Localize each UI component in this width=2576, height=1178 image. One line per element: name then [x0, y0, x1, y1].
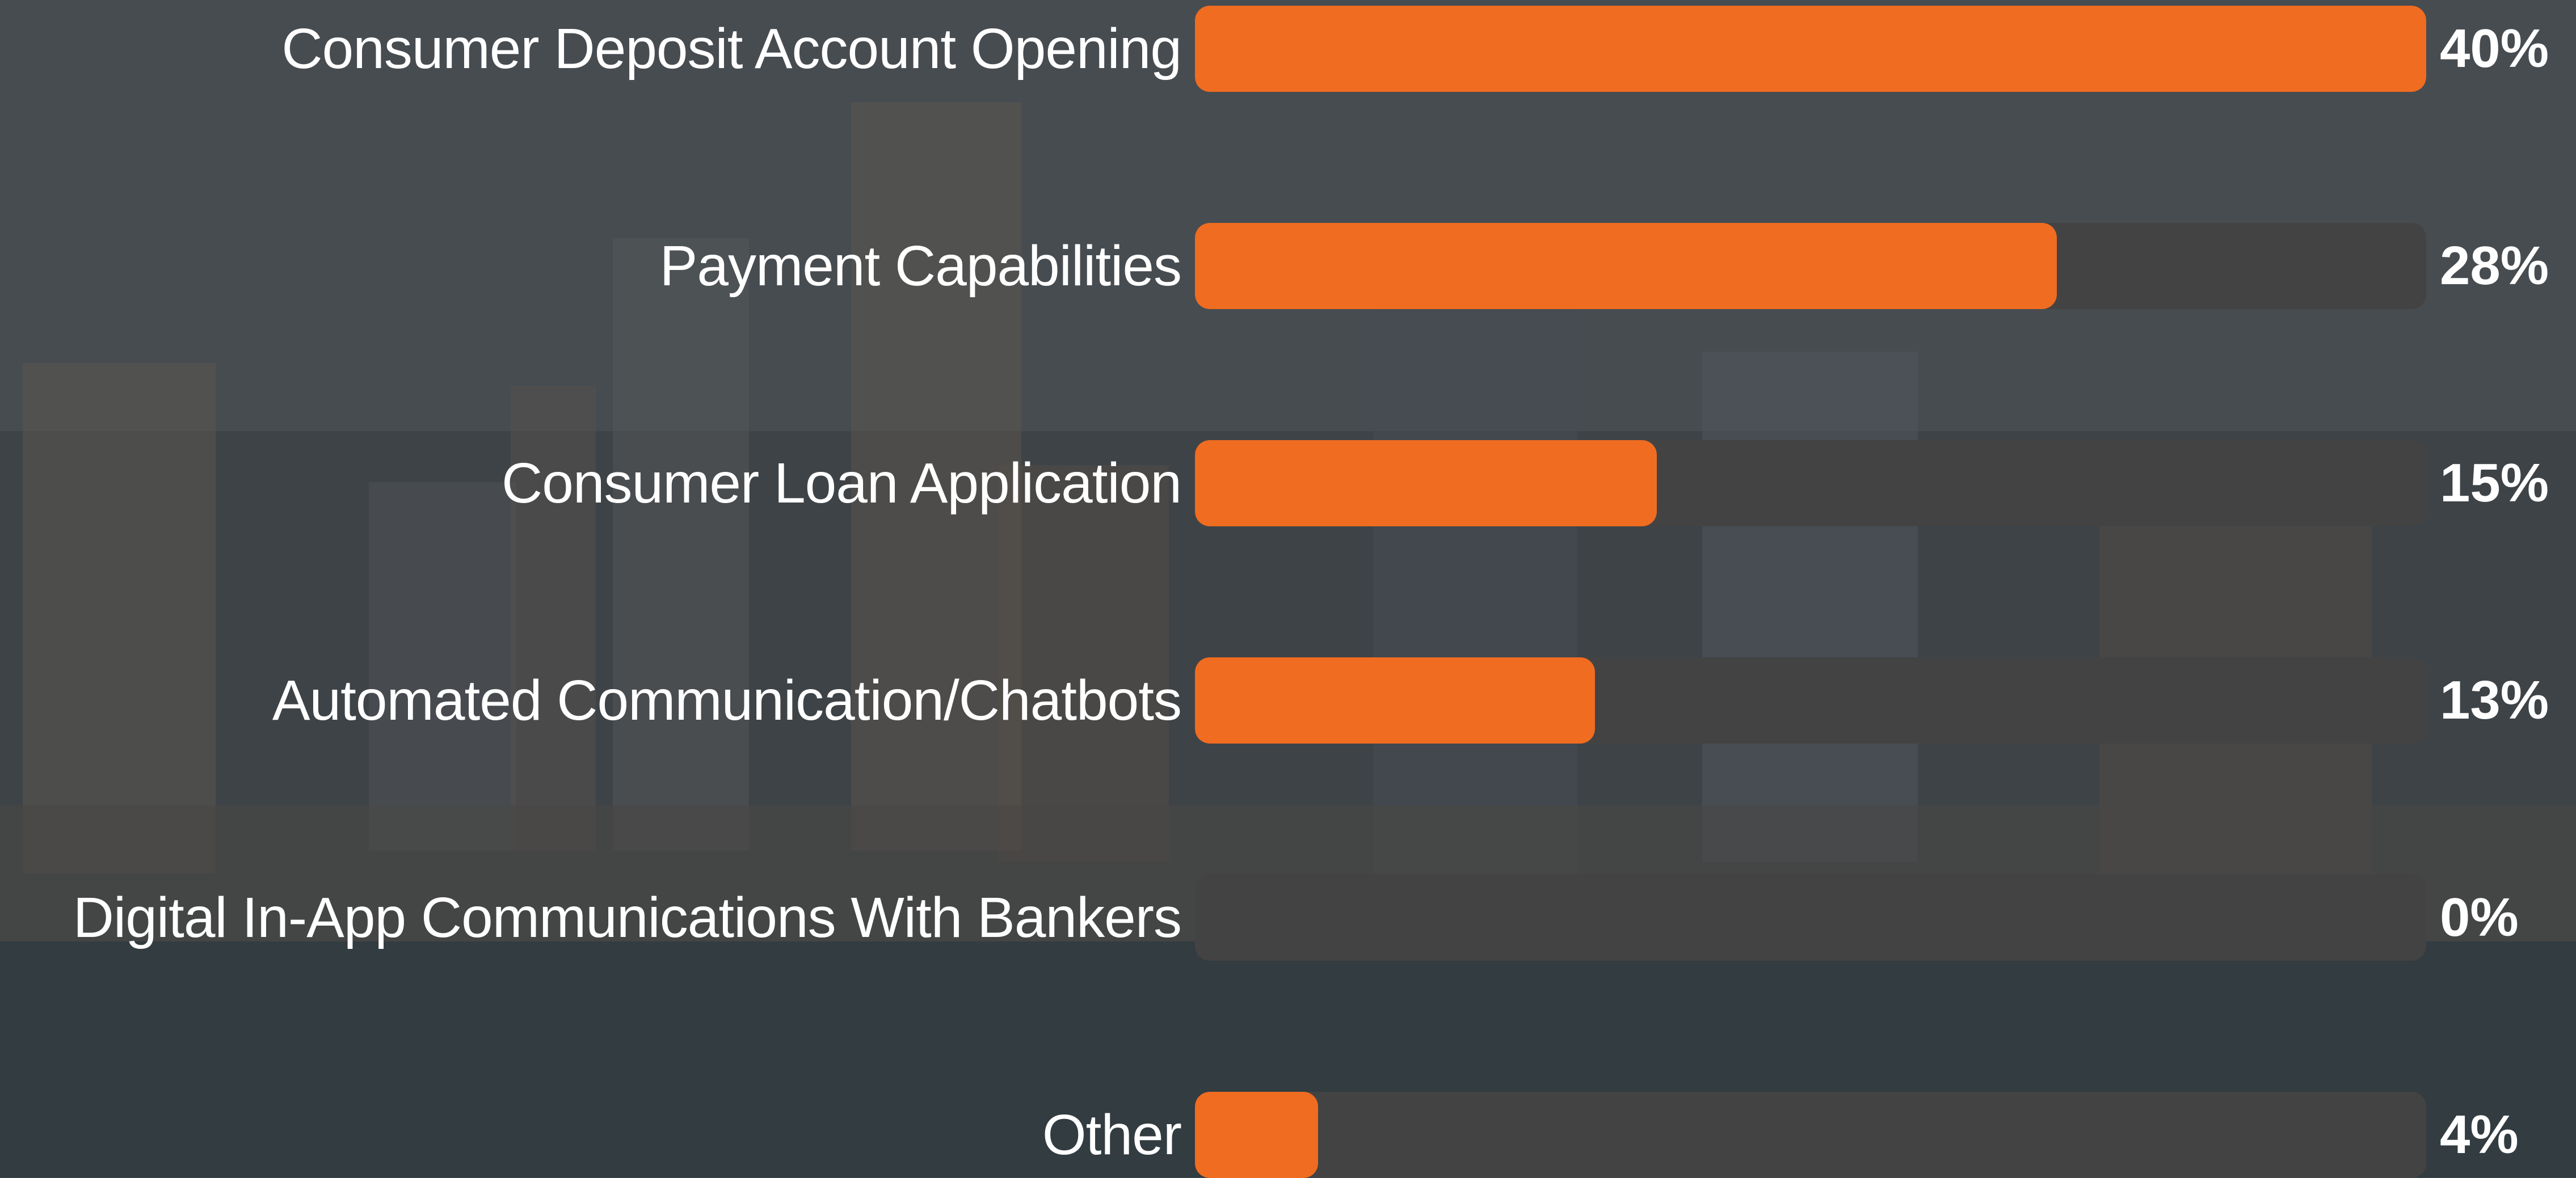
bar-track — [1195, 657, 2426, 744]
bar-row: Consumer Loan Application 15% — [0, 440, 2576, 526]
bar-track — [1195, 6, 2426, 92]
bar-row: Consumer Deposit Account Opening 40% — [0, 6, 2576, 92]
category-label: Other — [1042, 1103, 1182, 1167]
value-label: 28% — [2440, 235, 2549, 296]
bar — [1195, 223, 2057, 309]
category-label: Consumer Deposit Account Opening — [281, 17, 1182, 81]
bar-row: Payment Capabilities 28% — [0, 223, 2576, 309]
bar — [1195, 657, 1595, 744]
bar — [1195, 440, 1657, 526]
value-label: 13% — [2440, 670, 2549, 731]
value-label: 0% — [2440, 887, 2519, 948]
bar-row: Other 4% — [0, 1092, 2576, 1178]
value-label: 15% — [2440, 453, 2549, 513]
bar-track — [1195, 875, 2426, 961]
bar — [1195, 1092, 1318, 1178]
bar-chart: Consumer Deposit Account Opening 40% Payme… — [0, 0, 2576, 1178]
value-label: 40% — [2440, 18, 2549, 79]
bar-track — [1195, 223, 2426, 309]
category-label: Digital In-App Communications With Banke… — [73, 886, 1182, 949]
bar-track — [1195, 440, 2426, 526]
category-label: Payment Capabilities — [659, 234, 1182, 298]
bar-row: Digital In-App Communications With Banke… — [0, 875, 2576, 961]
bar — [1195, 6, 2426, 92]
bar-row: Automated Communication/Chatbots 13% — [0, 657, 2576, 744]
category-label: Automated Communication/Chatbots — [272, 669, 1182, 732]
bar-track — [1195, 1092, 2426, 1178]
value-label: 4% — [2440, 1104, 2519, 1165]
category-label: Consumer Loan Application — [502, 451, 1182, 515]
